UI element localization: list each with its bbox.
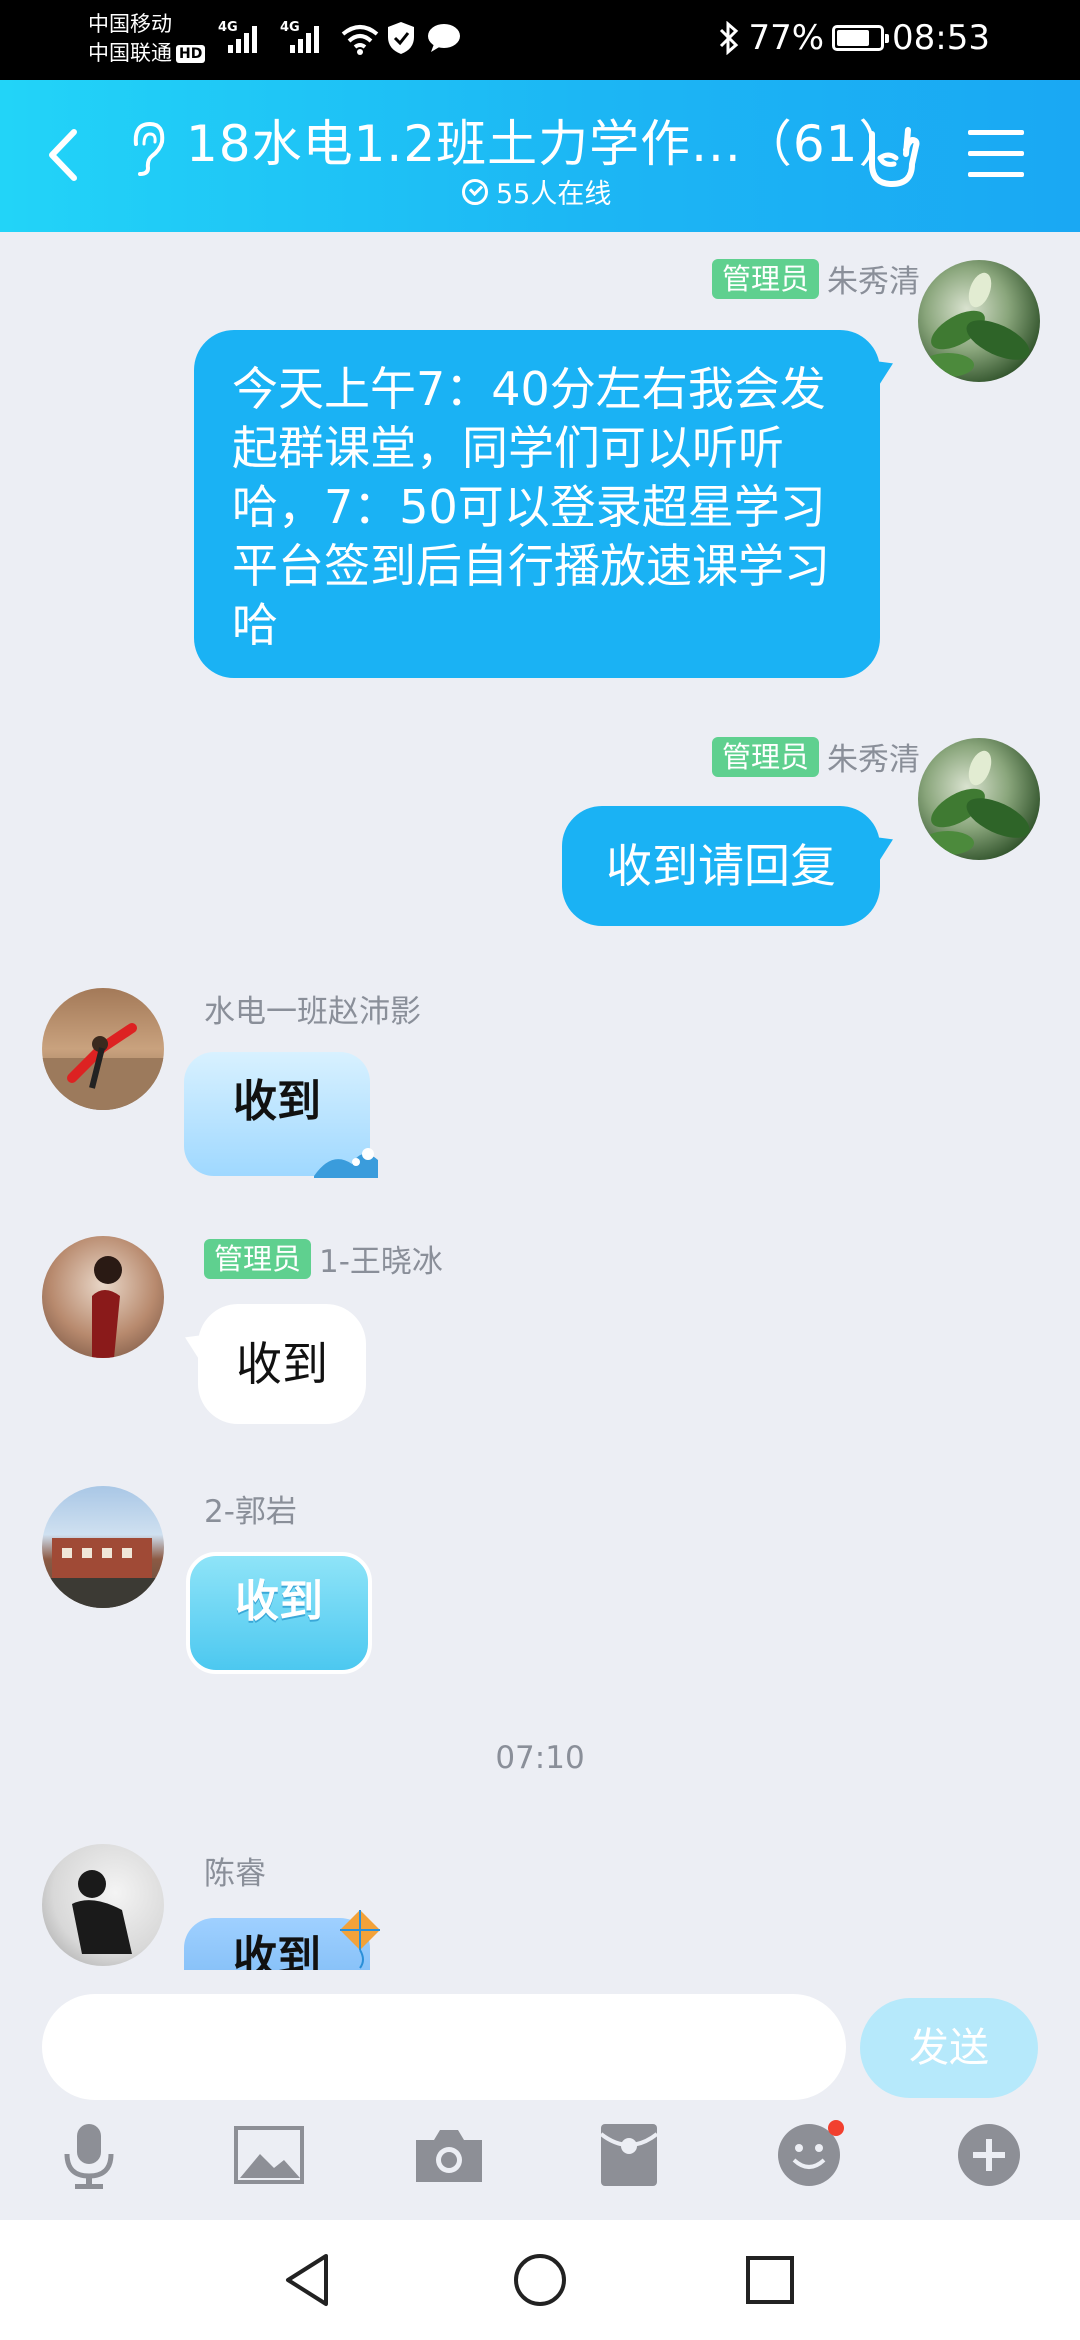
message-sender: 管理员 1-王晓冰 <box>204 1236 443 1281</box>
plus-icon <box>958 2124 1020 2186</box>
status-right: 77% 08:53 <box>718 18 990 58</box>
more-button[interactable] <box>944 2110 1034 2200</box>
sender-name: 朱秀清 <box>827 742 920 778</box>
group-name: 18水电1.2班土力学作... <box>186 115 742 173</box>
send-button[interactable]: 发送 <box>860 1998 1038 2098</box>
carrier-info: 中国移动 中国联通 HD <box>88 10 206 68</box>
carrier-2: 中国联通 HD <box>88 39 206 68</box>
system-nav-bar <box>0 2220 1080 2340</box>
red-packet-icon <box>599 2124 659 2186</box>
admin-badge: 管理员 <box>204 1238 312 1279</box>
menu-button[interactable] <box>968 130 1024 180</box>
message-input[interactable] <box>42 1994 846 2100</box>
wifi-icon <box>341 25 379 55</box>
back-button[interactable] <box>40 120 90 190</box>
message-text: 今天上午7：40分左右我会发起群课堂，同学们可以听听哈，7：50可以登录超星学习… <box>232 362 830 652</box>
sender-name: 水电一班赵沛影 <box>204 994 421 1030</box>
notification-dot <box>828 2120 844 2136</box>
wave-icon <box>314 1148 378 1178</box>
check-circle-icon <box>462 178 488 205</box>
emoji-button[interactable] <box>764 2110 854 2200</box>
chat-header: 18水电1.2班土力学作...（61） 55人在线 <box>0 80 1080 232</box>
message-text: 收到请回复 <box>606 839 836 893</box>
microphone-icon <box>64 2124 114 2189</box>
message-sender: 管理员 朱秀清 <box>711 256 920 301</box>
battery-icon <box>832 25 890 51</box>
bluetooth-icon <box>720 21 739 55</box>
admin-badge: 管理员 <box>711 258 819 299</box>
red-packet-button[interactable] <box>584 2110 674 2200</box>
message-bubble[interactable]: 今天上午7：40分左右我会发起群课堂，同学们可以听听哈，7：50可以登录超星学习… <box>194 330 880 678</box>
message-icon <box>428 24 460 52</box>
avatar[interactable] <box>42 988 164 1110</box>
image-icon <box>234 2126 304 2184</box>
image-button[interactable] <box>224 2110 314 2200</box>
camera-button[interactable] <box>404 2110 494 2200</box>
hand-icon[interactable] <box>858 120 924 192</box>
nav-back-icon[interactable] <box>278 2250 338 2310</box>
plant-image <box>922 272 1030 377</box>
online-count: 55人在线 <box>496 179 612 210</box>
plant-image <box>922 750 1030 855</box>
message-bubble[interactable]: 收到请回复 <box>562 806 880 926</box>
clock: 08:53 <box>892 18 990 58</box>
message-sender: 水电一班赵沛影 <box>204 986 421 1031</box>
message-sender: 管理员 朱秀清 <box>711 734 920 779</box>
avatar[interactable] <box>918 738 1040 860</box>
sticker-message[interactable]: 收到 <box>184 1052 378 1178</box>
carrier-1: 中国移动 <box>88 12 172 36</box>
hd-badge: HD <box>176 45 206 63</box>
admin-badge: 管理员 <box>711 736 819 777</box>
chat-title[interactable]: 18水电1.2班土力学作...（61） <box>186 104 909 176</box>
dancer-image <box>42 1023 164 1110</box>
shield-icon <box>388 22 414 54</box>
avatar[interactable] <box>918 260 1040 382</box>
battery-fill <box>837 30 870 46</box>
sender-name: 1-王晓冰 <box>319 1244 443 1280</box>
battery-percent: 77% <box>748 18 825 58</box>
ear-icon[interactable] <box>122 118 172 178</box>
status-bar: 中国移动 中国联通 HD 4G 4G 77% 08:53 <box>0 0 1080 80</box>
camera-icon <box>416 2130 482 2182</box>
voice-button[interactable] <box>44 2110 134 2200</box>
input-toolbar <box>0 2110 1080 2210</box>
carrier-2-label: 中国联通 <box>88 41 172 65</box>
nav-recents-icon[interactable] <box>740 2250 800 2310</box>
nav-home-icon[interactable] <box>510 2250 570 2310</box>
sticker-text: 收到 <box>233 1076 321 1127</box>
sender-name: 朱秀清 <box>827 264 920 300</box>
online-status: 55人在线 <box>462 172 611 211</box>
